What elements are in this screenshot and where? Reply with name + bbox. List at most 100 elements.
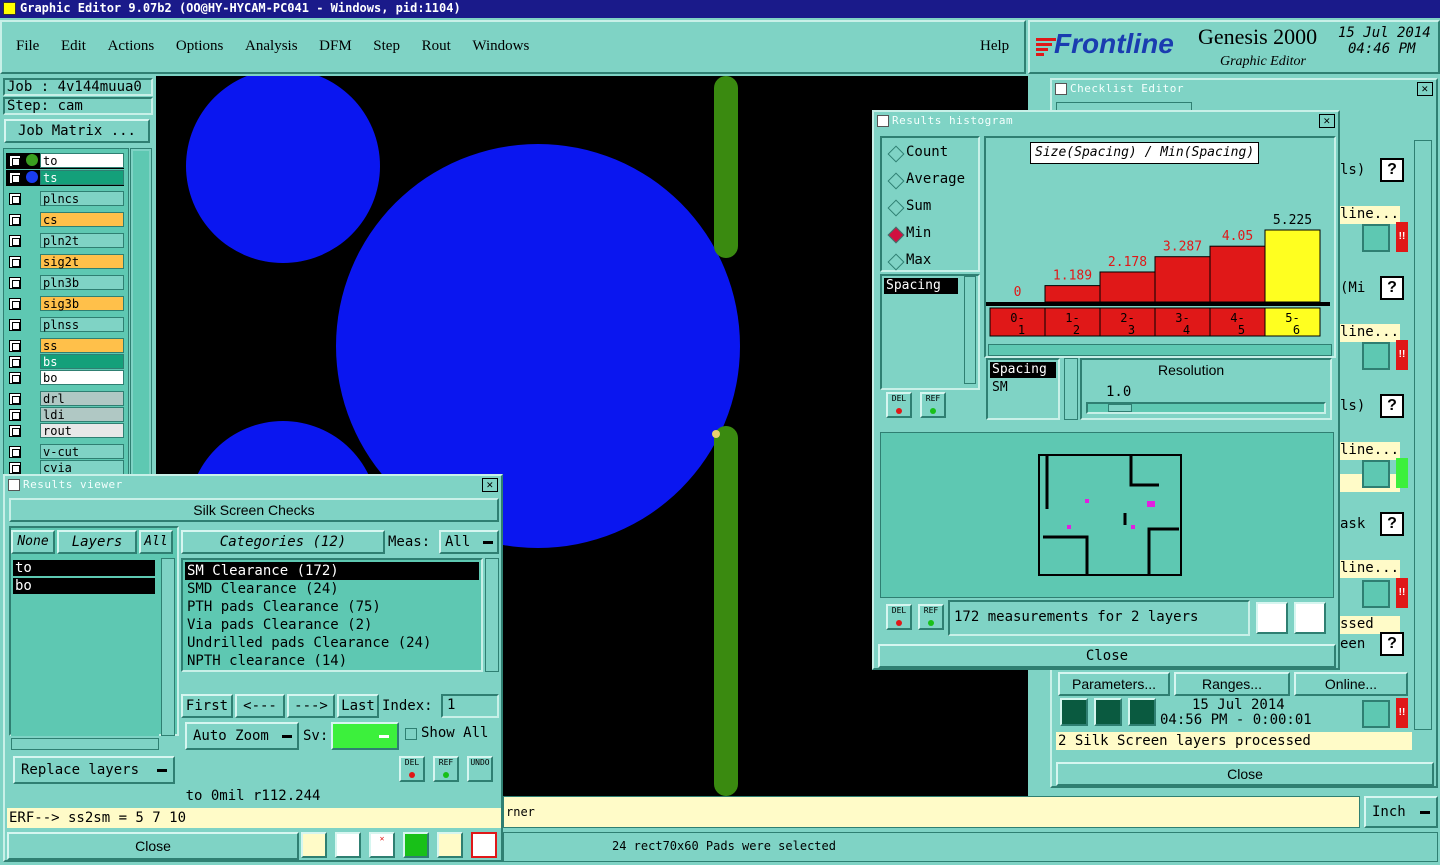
radio-average[interactable] bbox=[887, 172, 905, 190]
checklist-row-label[interactable]: line... bbox=[1340, 442, 1400, 460]
layer-row-v-cut[interactable]: v-cut bbox=[6, 444, 124, 460]
radio-sum[interactable] bbox=[887, 199, 905, 217]
del-button[interactable]: DEL bbox=[399, 756, 425, 782]
help-icon[interactable]: ? bbox=[1380, 512, 1404, 536]
toolbar-icon-2[interactable] bbox=[335, 832, 361, 858]
checklist-row-label[interactable]: line... bbox=[1340, 206, 1400, 224]
rv-layer-hscroll[interactable] bbox=[11, 738, 159, 750]
histogram-close-icon[interactable]: ✕ bbox=[1319, 114, 1335, 128]
auto-zoom-select[interactable]: Auto Zoom bbox=[185, 722, 299, 750]
help-icon[interactable]: ? bbox=[1380, 394, 1404, 418]
menu-file[interactable]: File bbox=[16, 38, 39, 54]
histogram-icon[interactable] bbox=[471, 832, 497, 858]
layer-checkbox[interactable] bbox=[9, 193, 21, 205]
run-icon[interactable] bbox=[1128, 698, 1156, 726]
zoom-icon[interactable] bbox=[1362, 342, 1390, 370]
categories-scrollbar[interactable] bbox=[485, 558, 499, 672]
first-button[interactable]: First bbox=[181, 694, 233, 718]
layer-row-rout[interactable]: rout bbox=[6, 423, 124, 439]
histogram-bar[interactable] bbox=[1044, 285, 1101, 303]
layer-row-pln3b[interactable]: pln3b bbox=[6, 275, 124, 291]
layer-row-plnss[interactable]: plnss bbox=[6, 317, 124, 333]
layer-checkbox[interactable] bbox=[9, 298, 21, 310]
parameters-button[interactable]: Parameters... bbox=[1058, 672, 1170, 696]
help-icon[interactable]: ? bbox=[1380, 276, 1404, 300]
rv-close-button[interactable]: Close bbox=[7, 832, 299, 860]
layer-row-sig2t[interactable]: sig2t bbox=[6, 254, 124, 270]
layer-checkbox[interactable] bbox=[9, 277, 21, 289]
preview-del-button[interactable]: DEL bbox=[886, 604, 912, 630]
hist-ref-button[interactable]: REF bbox=[920, 392, 946, 418]
category-item[interactable]: Undrilled pads Clearance (24) bbox=[185, 634, 479, 652]
layer-row-ts[interactable]: ts bbox=[6, 170, 124, 186]
meas-select[interactable]: All bbox=[439, 530, 499, 554]
layer-checkbox[interactable] bbox=[9, 172, 21, 184]
layer-row-to[interactable]: to bbox=[6, 153, 124, 169]
layer-checkbox[interactable] bbox=[9, 155, 21, 167]
export-icon-2[interactable] bbox=[1294, 602, 1326, 634]
layer-row-cs[interactable]: cs bbox=[6, 212, 124, 228]
help-icon[interactable]: ? bbox=[1380, 632, 1404, 656]
histogram-bar[interactable] bbox=[1264, 229, 1321, 303]
layer-list-scrollbar[interactable] bbox=[130, 148, 152, 478]
resolution-slider[interactable] bbox=[1086, 402, 1326, 414]
ranges-button[interactable]: Ranges... bbox=[1174, 672, 1290, 696]
run-icon[interactable] bbox=[1060, 698, 1088, 726]
histogram-bar[interactable] bbox=[1154, 256, 1211, 303]
layer-row-bs[interactable]: bs bbox=[6, 354, 124, 370]
field-list-scrollbar[interactable] bbox=[964, 276, 976, 384]
layer-checkbox[interactable] bbox=[9, 372, 21, 384]
units-select[interactable]: Inch bbox=[1364, 796, 1438, 828]
histogram-bar[interactable] bbox=[1209, 245, 1266, 303]
field-detail-scrollbar[interactable] bbox=[1064, 358, 1078, 420]
layer-row-sig3b[interactable]: sig3b bbox=[6, 296, 124, 312]
zoom-icon[interactable] bbox=[1362, 224, 1390, 252]
category-item[interactable]: SM Clearance (172) bbox=[185, 562, 479, 580]
radio-max[interactable] bbox=[887, 253, 905, 271]
field-list-item[interactable]: Spacing bbox=[884, 278, 958, 294]
chart-hscroll[interactable] bbox=[988, 344, 1332, 356]
category-item[interactable]: Via pads Clearance (2) bbox=[185, 616, 479, 634]
zoom-icon[interactable] bbox=[1362, 460, 1390, 488]
layer-row-plncs[interactable]: plncs bbox=[6, 191, 124, 207]
checklist-close-icon[interactable]: ✕ bbox=[1417, 82, 1433, 96]
categories-button[interactable]: Categories (12) bbox=[181, 530, 385, 554]
rv-layer-item-to[interactable]: to bbox=[13, 560, 155, 576]
histogram-close-button[interactable]: Close bbox=[878, 644, 1336, 668]
menu-windows[interactable]: Windows bbox=[472, 38, 529, 54]
layer-checkbox[interactable] bbox=[9, 462, 21, 474]
results-viewer-close-icon[interactable]: ✕ bbox=[482, 478, 498, 492]
layer-checkbox[interactable] bbox=[9, 356, 21, 368]
job-matrix-button[interactable]: Job Matrix ... bbox=[4, 119, 150, 143]
undo-button[interactable]: UNDO bbox=[467, 756, 493, 782]
layer-row-bo[interactable]: bo bbox=[6, 370, 124, 386]
index-input[interactable]: 1 bbox=[441, 694, 499, 718]
layer-row-drl[interactable]: drl bbox=[6, 391, 124, 407]
menu-help[interactable]: Help bbox=[980, 38, 1009, 55]
menu-rout[interactable]: Rout bbox=[422, 38, 451, 54]
show-all-checkbox[interactable] bbox=[405, 728, 417, 740]
toolbar-icon-5[interactable] bbox=[437, 832, 463, 858]
zoom-icon[interactable] bbox=[1362, 700, 1390, 728]
radio-count[interactable] bbox=[887, 145, 905, 163]
layer-checkbox[interactable] bbox=[9, 425, 21, 437]
rv-layer-scrollbar[interactable] bbox=[161, 558, 175, 736]
rv-layer-item-bo[interactable]: bo bbox=[13, 578, 155, 594]
layer-checkbox[interactable] bbox=[9, 409, 21, 421]
zoom-icon[interactable] bbox=[1362, 580, 1390, 608]
checklist-row-label[interactable]: line... bbox=[1340, 324, 1400, 342]
histogram-bar[interactable] bbox=[1099, 271, 1156, 303]
export-icon[interactable] bbox=[1256, 602, 1288, 634]
menu-analysis[interactable]: Analysis bbox=[245, 38, 298, 54]
category-item[interactable]: PTH pads Clearance (75) bbox=[185, 598, 479, 616]
toolbar-icon-ref[interactable]: ✕ bbox=[369, 832, 395, 858]
menu-actions[interactable]: Actions bbox=[108, 38, 155, 54]
menu-step[interactable]: Step bbox=[373, 38, 400, 54]
help-icon[interactable]: ? bbox=[1380, 158, 1404, 182]
online-button[interactable]: Online... bbox=[1294, 672, 1408, 696]
layer-row-pln2t[interactable]: pln2t bbox=[6, 233, 124, 249]
all-layers-button[interactable]: All bbox=[139, 530, 173, 554]
toolbar-icon-1[interactable] bbox=[301, 832, 327, 858]
category-item[interactable]: SMD Clearance (24) bbox=[185, 580, 479, 598]
ref-button[interactable]: REF bbox=[433, 756, 459, 782]
